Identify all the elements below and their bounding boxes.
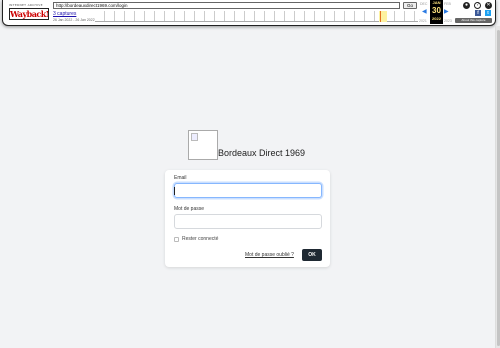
wayback-prev-year[interactable]: 2021 [419, 19, 427, 23]
wayback-logo-main: WaybackMachine [9, 8, 49, 20]
wayback-url-input[interactable]: http://bordeauxdirect1969.com/login [53, 2, 400, 9]
remember-label[interactable]: Rester connecté [182, 236, 218, 242]
wayback-date-range: 26 Jan 2022 - 26 Jan 2022 [53, 18, 95, 22]
email-label: Email [174, 175, 187, 181]
facebook-icon[interactable]: f [475, 10, 481, 16]
about-capture-button[interactable]: About this capture [455, 18, 492, 23]
user-icon[interactable]: ● [463, 2, 470, 9]
wayback-next-month[interactable]: FEB [444, 2, 451, 6]
page-scrollbar[interactable] [495, 26, 500, 348]
next-capture-icon[interactable]: ▶ [444, 8, 449, 15]
wayback-prev-month[interactable]: DEC [420, 2, 427, 6]
brand-name: Bordeaux Direct 1969 [218, 148, 306, 158]
twitter-icon[interactable]: t [485, 10, 491, 16]
help-icon[interactable]: ? [474, 2, 481, 9]
prev-capture-icon[interactable]: ◀ [422, 8, 427, 15]
wayback-toolbar: INTERNET ARCHIVE WaybackMachine http://b… [2, 0, 496, 26]
wayback-sparkline-current [380, 11, 381, 22]
login-card: Email Mot de passe Rester connecté Mot d… [165, 170, 330, 267]
wayback-calendar-year: 2022 [432, 16, 441, 21]
wayback-logo[interactable]: INTERNET ARCHIVE WaybackMachine [9, 3, 49, 21]
close-icon[interactable]: ✕ [485, 2, 492, 9]
remember-checkbox[interactable] [174, 237, 179, 242]
wayback-next-year[interactable]: 2023 [444, 19, 452, 23]
email-field[interactable] [174, 183, 322, 198]
wayback-sparkline[interactable] [95, 11, 418, 22]
broken-logo-image [188, 130, 218, 160]
wayback-logo-top: INTERNET ARCHIVE [9, 3, 43, 7]
password-field[interactable] [174, 214, 322, 229]
password-label: Mot de passe [174, 206, 205, 212]
wayback-calendar: JAN 30 2022 [430, 0, 443, 24]
submit-button[interactable]: OK [302, 249, 322, 261]
wayback-calendar-day: 30 [432, 6, 441, 15]
wayback-captures-link[interactable]: 3 captures [53, 11, 76, 17]
wayback-go-button[interactable]: Go [403, 2, 417, 9]
text-caret [174, 187, 175, 195]
forgot-password-link[interactable]: Mot de passe oublié ? [245, 252, 294, 258]
